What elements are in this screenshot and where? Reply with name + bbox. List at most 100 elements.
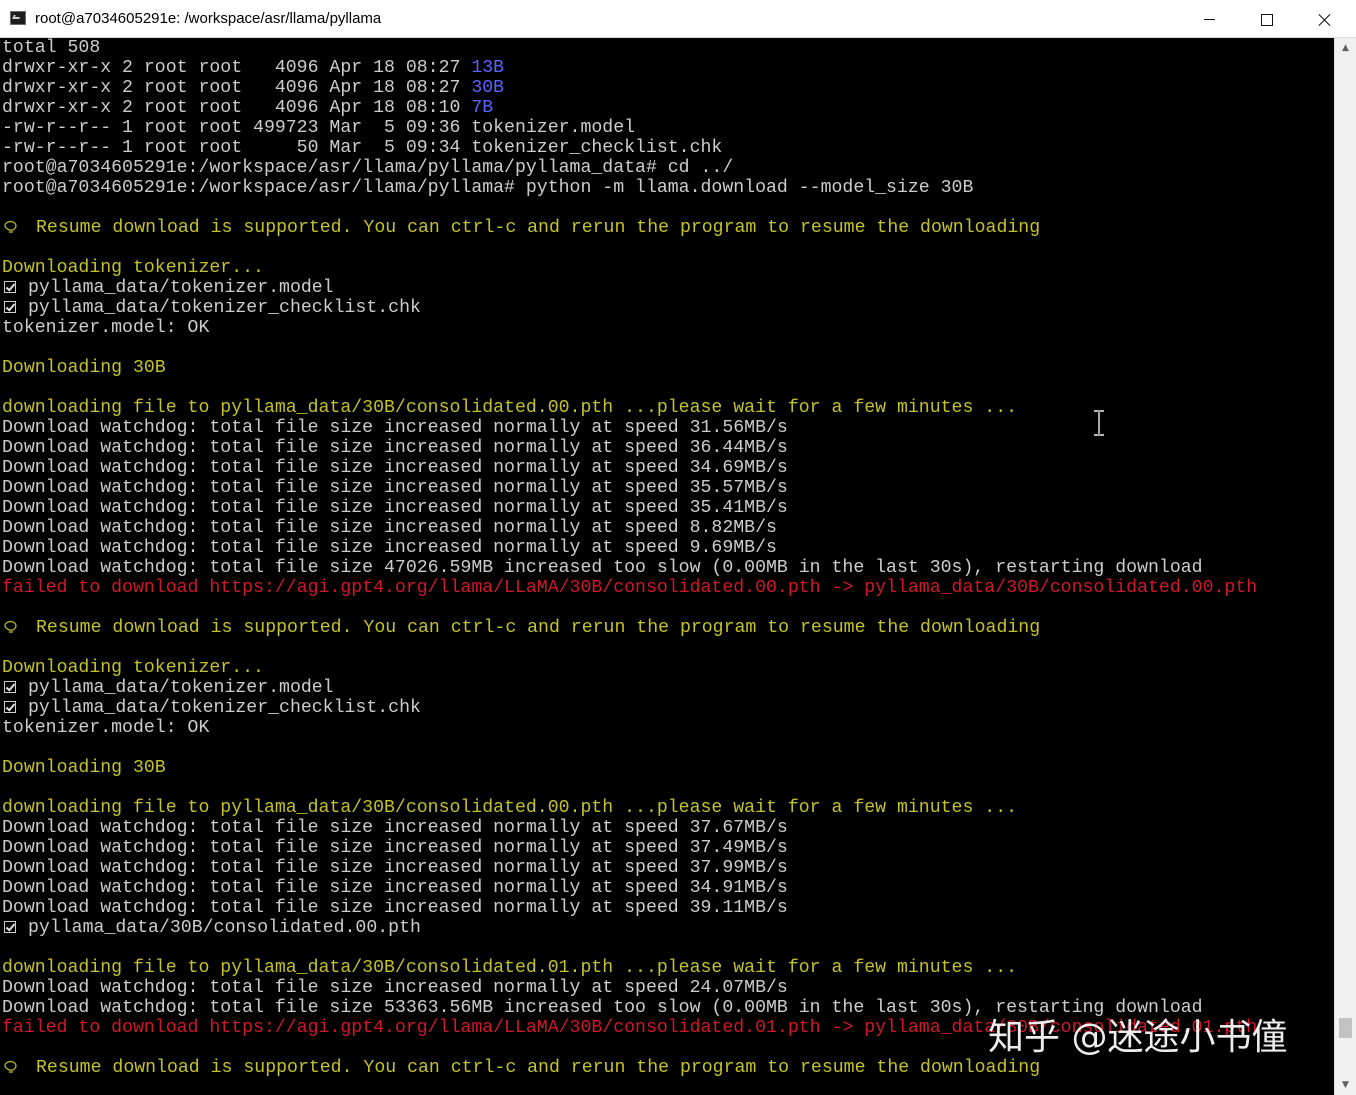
checkbox-icon <box>4 921 16 933</box>
terminal-line: Download watchdog: total file size 47026… <box>0 558 1334 578</box>
terminal-line: Download watchdog: total file size incre… <box>0 878 1334 898</box>
terminal-text: Downloading 30B <box>2 358 166 378</box>
scroll-thumb[interactable] <box>1339 1018 1352 1038</box>
terminal-text: Download watchdog: total file size incre… <box>2 898 788 918</box>
terminal-line: Download watchdog: total file size 53363… <box>0 998 1334 1018</box>
terminal-text: downloading file to pyllama_data/30B/con… <box>2 958 1018 978</box>
checkbox-icon <box>4 301 16 313</box>
terminal-text: pyllama_data/30B/consolidated.00.pth <box>28 918 421 938</box>
terminal-line: Download watchdog: total file size incre… <box>0 538 1334 558</box>
terminal-line: -rw-r--r-- 1 root root 499723 Mar 5 09:3… <box>0 118 1334 138</box>
terminal-line: Download watchdog: total file size incre… <box>0 978 1334 998</box>
terminal-text: drwxr-xr-x 2 root root 4096 Apr 18 08:27 <box>2 58 472 78</box>
terminal-line: Download watchdog: total file size incre… <box>0 838 1334 858</box>
terminal-text: pyllama_data/tokenizer_checklist.chk <box>28 698 421 718</box>
checkbox-icon <box>4 281 16 293</box>
terminal-text: downloading file to pyllama_data/30B/con… <box>2 398 1018 418</box>
terminal-line: drwxr-xr-x 2 root root 4096 Apr 18 08:10… <box>0 98 1334 118</box>
terminal-text: total 508 <box>2 38 101 58</box>
terminal-line: Download watchdog: total file size incre… <box>0 518 1334 538</box>
minimize-button[interactable] <box>1180 0 1238 38</box>
terminal-text: Downloading 30B <box>2 758 166 778</box>
terminal-text: Resume download is supported. You can ct… <box>36 1058 1041 1078</box>
terminal-line: Downloading 30B <box>0 758 1334 778</box>
terminal-text: Download watchdog: total file size incre… <box>2 978 788 998</box>
close-button[interactable] <box>1296 0 1354 38</box>
minimize-icon <box>1203 19 1215 20</box>
terminal-line: Downloading tokenizer... <box>0 258 1334 278</box>
terminal-text: Download watchdog: total file size 47026… <box>2 558 1203 578</box>
terminal-line: Download watchdog: total file size incre… <box>0 458 1334 478</box>
terminal-text: -rw-r--r-- 1 root root 50 Mar 5 09:34 to… <box>2 138 723 158</box>
terminal-icon <box>10 11 26 25</box>
terminal-text: Resume download is supported. You can ct… <box>36 218 1041 238</box>
terminal-output[interactable]: total 508 drwxr-xr-x 2 root root 4096 Apr… <box>0 38 1334 1095</box>
terminal-line: Download watchdog: total file size incre… <box>0 438 1334 458</box>
terminal-text: Download watchdog: total file size incre… <box>2 538 777 558</box>
terminal-text: 7B <box>471 98 494 118</box>
terminal-text: drwxr-xr-x 2 root root 4096 Apr 18 08:27 <box>2 78 472 98</box>
terminal-line: Resume download is supported. You can ct… <box>0 618 1334 638</box>
terminal-text: drwxr-xr-x 2 root root 4096 Apr 18 08:10 <box>2 98 472 118</box>
terminal-window: root@a7034605291e: /workspace/asr/llama/… <box>0 0 1356 1095</box>
maximize-button[interactable] <box>1238 0 1296 38</box>
terminal-line: downloading file to pyllama_data/30B/con… <box>0 398 1334 418</box>
terminal-text: Download watchdog: total file size incre… <box>2 478 788 498</box>
scroll-down-arrow-icon[interactable]: ▼ <box>1335 1075 1356 1095</box>
terminal-text: Download watchdog: total file size incre… <box>2 518 777 538</box>
terminal-line: Download watchdog: total file size incre… <box>0 898 1334 918</box>
terminal-line: Downloading 30B <box>0 358 1334 378</box>
terminal-text: Resume download is supported. You can ct… <box>36 618 1041 638</box>
terminal-line: downloading file to pyllama_data/30B/con… <box>0 798 1334 818</box>
terminal-text: 13B <box>471 58 505 78</box>
terminal-line: Download watchdog: total file size incre… <box>0 498 1334 518</box>
terminal-line: Downloading tokenizer... <box>0 658 1334 678</box>
terminal-line: -rw-r--r-- 1 root root 50 Mar 5 09:34 to… <box>0 138 1334 158</box>
terminal-line: Download watchdog: total file size incre… <box>0 418 1334 438</box>
maximize-icon <box>1261 13 1273 26</box>
title-bar[interactable]: root@a7034605291e: /workspace/asr/llama/… <box>0 0 1356 38</box>
terminal-line: pyllama_data/tokenizer_checklist.chk <box>0 698 1334 718</box>
terminal-line: pyllama_data/tokenizer.model <box>0 678 1334 698</box>
terminal-line: Resume download is supported. You can ct… <box>0 218 1334 238</box>
terminal-text: Download watchdog: total file size incre… <box>2 858 788 878</box>
terminal-text: Download watchdog: total file size incre… <box>2 818 788 838</box>
window-title: root@a7034605291e: /workspace/asr/llama/… <box>35 10 382 27</box>
vertical-scrollbar[interactable]: ▲ ▼ <box>1334 38 1356 1095</box>
terminal-line: Download watchdog: total file size incre… <box>0 818 1334 838</box>
terminal-text: pyllama_data/tokenizer.model <box>28 678 334 698</box>
terminal-line: root@a7034605291e:/workspace/asr/llama/p… <box>0 178 1334 198</box>
terminal-text: pyllama_data/tokenizer.model <box>28 278 334 298</box>
terminal-line: Download watchdog: total file size incre… <box>0 858 1334 878</box>
terminal-line: pyllama_data/tokenizer.model <box>0 278 1334 298</box>
terminal-text: root@a7034605291e:/workspace/asr/llama/p… <box>2 158 734 178</box>
terminal-text: 30B <box>471 78 505 98</box>
terminal-text: failed to download https://agi.gpt4.org/… <box>2 578 1258 598</box>
close-icon <box>1318 13 1332 27</box>
terminal-line: pyllama_data/30B/consolidated.00.pth <box>0 918 1334 938</box>
terminal-text: Downloading tokenizer... <box>2 258 264 278</box>
checkbox-icon <box>4 701 16 713</box>
scroll-up-arrow-icon[interactable]: ▲ <box>1335 38 1356 58</box>
terminal-line: downloading file to pyllama_data/30B/con… <box>0 958 1334 978</box>
lightbulb-icon <box>4 621 17 633</box>
lightbulb-icon <box>4 221 17 233</box>
terminal-text: tokenizer.model: OK <box>2 318 210 338</box>
terminal-line: failed to download https://agi.gpt4.org/… <box>0 578 1334 598</box>
terminal-line: drwxr-xr-x 2 root root 4096 Apr 18 08:27… <box>0 58 1334 78</box>
terminal-line: tokenizer.model: OK <box>0 718 1334 738</box>
checkbox-icon <box>4 681 16 693</box>
terminal-text: -rw-r--r-- 1 root root 499723 Mar 5 09:3… <box>2 118 636 138</box>
lightbulb-icon <box>4 1061 17 1073</box>
terminal-text: tokenizer.model: OK <box>2 718 210 738</box>
terminal-line: pyllama_data/tokenizer_checklist.chk <box>0 298 1334 318</box>
terminal-text: Download watchdog: total file size incre… <box>2 438 788 458</box>
terminal-text: Download watchdog: total file size incre… <box>2 838 788 858</box>
